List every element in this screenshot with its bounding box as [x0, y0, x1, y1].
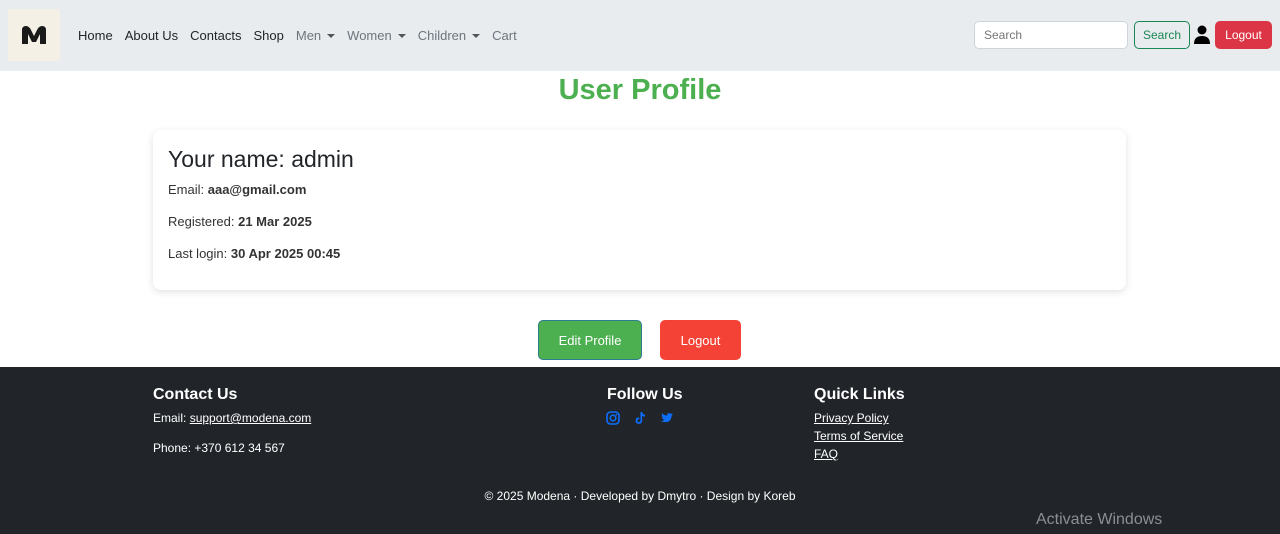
follow-heading: Follow Us: [607, 386, 683, 403]
last-login-label: Last login:: [168, 246, 231, 261]
support-email-link[interactable]: support@modena.com: [190, 411, 312, 425]
brand-logo[interactable]: [8, 9, 60, 61]
footer-email-label: Email:: [153, 411, 190, 425]
activate-windows-watermark: Activate Windows: [1036, 511, 1163, 528]
social-links: [606, 411, 674, 425]
caret-down-icon: [327, 33, 336, 38]
registered-label: Registered:: [168, 214, 239, 229]
caret-down-icon: [397, 33, 406, 38]
search-input[interactable]: [974, 21, 1128, 49]
faq-item: FAQ: [814, 447, 838, 461]
profile-card: Your name: admin Email: aaa@gmail.com Re…: [153, 130, 1126, 290]
instagram-icon[interactable]: [606, 411, 620, 425]
nav-women-label: Women: [347, 28, 392, 43]
copyright: © 2025 Modena · Developed by Dmytro · De…: [484, 489, 796, 503]
terms-item: Terms of Service: [814, 429, 903, 443]
email-value: aaa@gmail.com: [207, 182, 307, 197]
nav-contacts[interactable]: Contacts: [184, 28, 247, 43]
email-line: Email: aaa@gmail.com: [168, 182, 306, 197]
contact-heading: Contact Us: [153, 386, 238, 403]
registered-value: 21 Mar 2025: [238, 214, 312, 229]
footer: Contact Us Email: support@modena.com Pho…: [0, 367, 1280, 534]
last-login-value: 30 Apr 2025 00:45: [230, 246, 341, 261]
nav-men-label: Men: [295, 28, 322, 43]
nav-about-us[interactable]: About Us: [119, 28, 184, 43]
nav-home[interactable]: Home: [72, 28, 119, 43]
nav-women-dropdown[interactable]: Women: [341, 28, 412, 43]
search-button[interactable]: Search: [1134, 21, 1190, 49]
page-title: User Profile: [558, 74, 722, 106]
twitter-icon[interactable]: [660, 411, 674, 425]
edit-profile-button[interactable]: Edit Profile: [538, 320, 642, 360]
nav-men-dropdown[interactable]: Men: [290, 28, 341, 43]
last-login-line: Last login: 30 Apr 2025 00:45: [168, 246, 340, 261]
footer-email: Email: support@modena.com: [153, 411, 311, 425]
nav-children-label: Children: [417, 28, 467, 43]
email-label: Email:: [168, 182, 208, 197]
privacy-policy-item: Privacy Policy: [814, 411, 889, 425]
nav-children-dropdown[interactable]: Children: [412, 28, 486, 43]
quick-links-heading: Quick Links: [814, 386, 905, 403]
user-icon[interactable]: [1194, 25, 1210, 45]
terms-of-service-link[interactable]: Terms of Service: [814, 429, 903, 443]
navbar: Home About Us Contacts Shop Men Women Ch…: [0, 0, 1280, 71]
nav-shop[interactable]: Shop: [247, 28, 289, 43]
nav-logout-button[interactable]: Logout: [1215, 21, 1272, 49]
profile-name: Your name: admin: [168, 146, 354, 173]
logo-mark-icon: [22, 26, 46, 44]
nav-links: Home About Us Contacts Shop Men Women Ch…: [72, 0, 523, 71]
nav-cart[interactable]: Cart: [486, 28, 523, 43]
name-value: admin: [291, 146, 354, 172]
footer-phone: Phone: +370 612 34 567: [153, 441, 285, 455]
caret-down-icon: [472, 33, 481, 38]
faq-link[interactable]: FAQ: [814, 447, 838, 461]
tiktok-icon[interactable]: [633, 411, 647, 425]
logout-button[interactable]: Logout: [660, 320, 741, 360]
name-label: Your name:: [168, 146, 292, 172]
registered-line: Registered: 21 Mar 2025: [168, 214, 312, 229]
privacy-policy-link[interactable]: Privacy Policy: [814, 411, 889, 425]
